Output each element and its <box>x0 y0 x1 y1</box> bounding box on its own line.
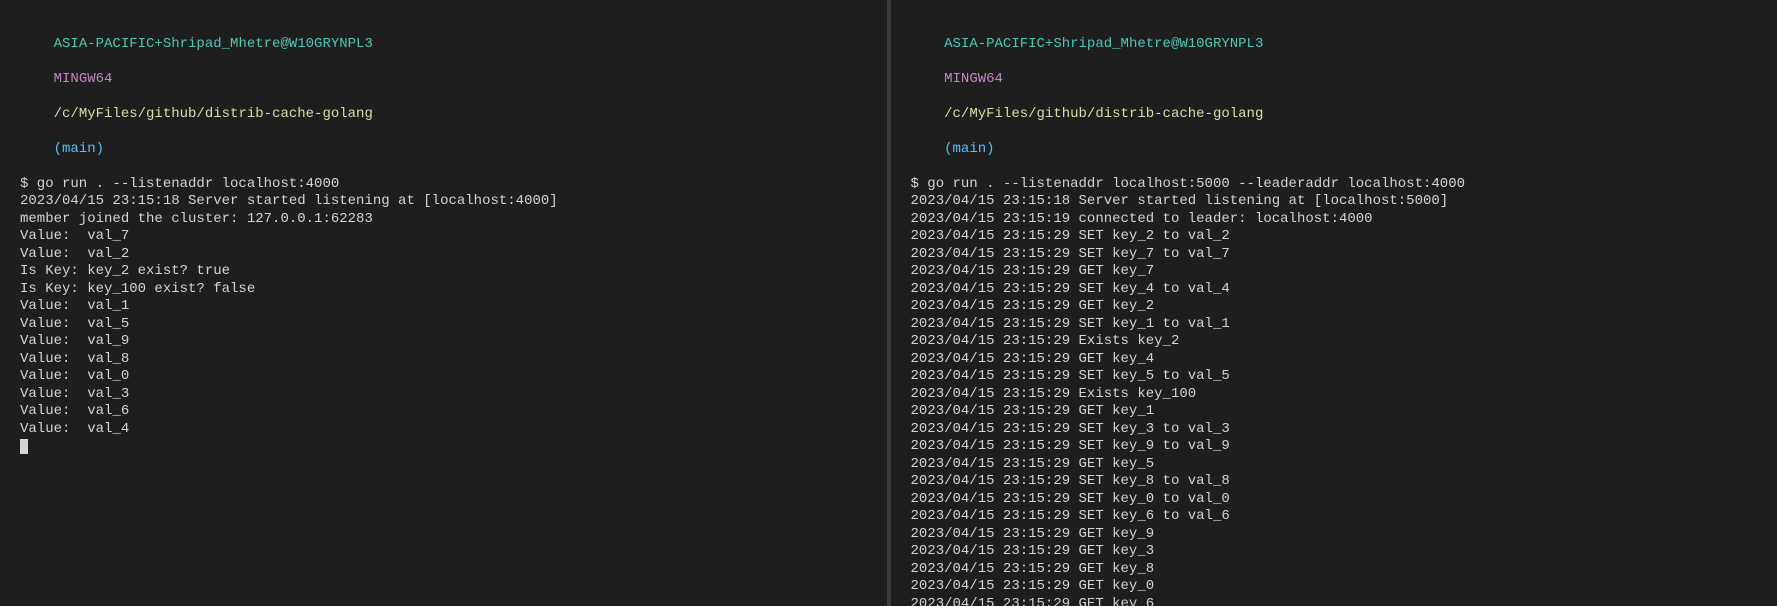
output-line: Value: val_4 <box>20 421 867 439</box>
output-line: 2023/04/15 23:15:18 Server started liste… <box>20 193 867 211</box>
output-line: Is Key: key_100 exist? false <box>20 281 867 299</box>
output-line: 2023/04/15 23:15:29 SET key_1 to val_1 <box>911 316 1758 334</box>
output-line: Value: val_0 <box>20 368 867 386</box>
prompt-branch: (main) <box>54 141 104 157</box>
output-line: 2023/04/15 23:15:29 GET key_0 <box>911 578 1758 596</box>
output-line: 2023/04/15 23:15:29 SET key_3 to val_3 <box>911 421 1758 439</box>
output-line: 2023/04/15 23:15:29 GET key_9 <box>911 526 1758 544</box>
output-line: member joined the cluster: 127.0.0.1:622… <box>20 211 867 229</box>
output-line: 2023/04/15 23:15:29 GET key_6 <box>911 596 1758 606</box>
output-line: 2023/04/15 23:15:19 connected to leader:… <box>911 211 1758 229</box>
output-block-left: 2023/04/15 23:15:18 Server started liste… <box>20 193 867 438</box>
prompt-mingw: MINGW64 <box>944 71 1003 87</box>
prompt-path: /c/MyFiles/github/distrib-cache-golang <box>54 106 373 122</box>
output-line: 2023/04/15 23:15:29 SET key_4 to val_4 <box>911 281 1758 299</box>
output-line: 2023/04/15 23:15:29 GET key_7 <box>911 263 1758 281</box>
command-line: $ go run . --listenaddr localhost:4000 <box>20 176 867 194</box>
output-line: 2023/04/15 23:15:29 SET key_6 to val_6 <box>911 508 1758 526</box>
output-line: 2023/04/15 23:15:18 Server started liste… <box>911 193 1758 211</box>
output-line: Is Key: key_2 exist? true <box>20 263 867 281</box>
prompt-line: ASIA-PACIFIC+Shripad_Mhetre@W10GRYNPL3 M… <box>20 18 867 176</box>
terminal-right-pane[interactable]: ASIA-PACIFIC+Shripad_Mhetre@W10GRYNPL3 M… <box>891 0 1777 606</box>
output-line: 2023/04/15 23:15:29 GET key_1 <box>911 403 1758 421</box>
output-line: 2023/04/15 23:15:29 SET key_0 to val_0 <box>911 491 1758 509</box>
prompt-branch: (main) <box>944 141 994 157</box>
output-line: Value: val_2 <box>20 246 867 264</box>
output-line: 2023/04/15 23:15:29 Exists key_100 <box>911 386 1758 404</box>
output-line: Value: val_9 <box>20 333 867 351</box>
output-line: Value: val_1 <box>20 298 867 316</box>
output-line: 2023/04/15 23:15:29 Exists key_2 <box>911 333 1758 351</box>
output-line: Value: val_5 <box>20 316 867 334</box>
output-line: 2023/04/15 23:15:29 GET key_2 <box>911 298 1758 316</box>
output-line: Value: val_7 <box>20 228 867 246</box>
prompt-line: ASIA-PACIFIC+Shripad_Mhetre@W10GRYNPL3 M… <box>911 18 1758 176</box>
cursor-icon <box>20 439 28 454</box>
prompt-mingw: MINGW64 <box>54 71 113 87</box>
output-line: 2023/04/15 23:15:29 GET key_4 <box>911 351 1758 369</box>
output-line: 2023/04/15 23:15:29 SET key_9 to val_9 <box>911 438 1758 456</box>
prompt-path: /c/MyFiles/github/distrib-cache-golang <box>944 106 1263 122</box>
output-line: Value: val_3 <box>20 386 867 404</box>
output-line: Value: val_6 <box>20 403 867 421</box>
output-line: 2023/04/15 23:15:29 SET key_8 to val_8 <box>911 473 1758 491</box>
terminal-left-pane[interactable]: ASIA-PACIFIC+Shripad_Mhetre@W10GRYNPL3 M… <box>0 0 891 606</box>
output-line: 2023/04/15 23:15:29 GET key_8 <box>911 561 1758 579</box>
output-block-right: 2023/04/15 23:15:18 Server started liste… <box>911 193 1758 606</box>
command-line: $ go run . --listenaddr localhost:5000 -… <box>911 176 1758 194</box>
output-line: 2023/04/15 23:15:29 GET key_3 <box>911 543 1758 561</box>
cursor-line <box>20 438 867 456</box>
prompt-user: ASIA-PACIFIC+Shripad_Mhetre@W10GRYNPL3 <box>54 36 373 52</box>
output-line: Value: val_8 <box>20 351 867 369</box>
prompt-user: ASIA-PACIFIC+Shripad_Mhetre@W10GRYNPL3 <box>944 36 1263 52</box>
output-line: 2023/04/15 23:15:29 SET key_2 to val_2 <box>911 228 1758 246</box>
output-line: 2023/04/15 23:15:29 SET key_5 to val_5 <box>911 368 1758 386</box>
output-line: 2023/04/15 23:15:29 GET key_5 <box>911 456 1758 474</box>
output-line: 2023/04/15 23:15:29 SET key_7 to val_7 <box>911 246 1758 264</box>
